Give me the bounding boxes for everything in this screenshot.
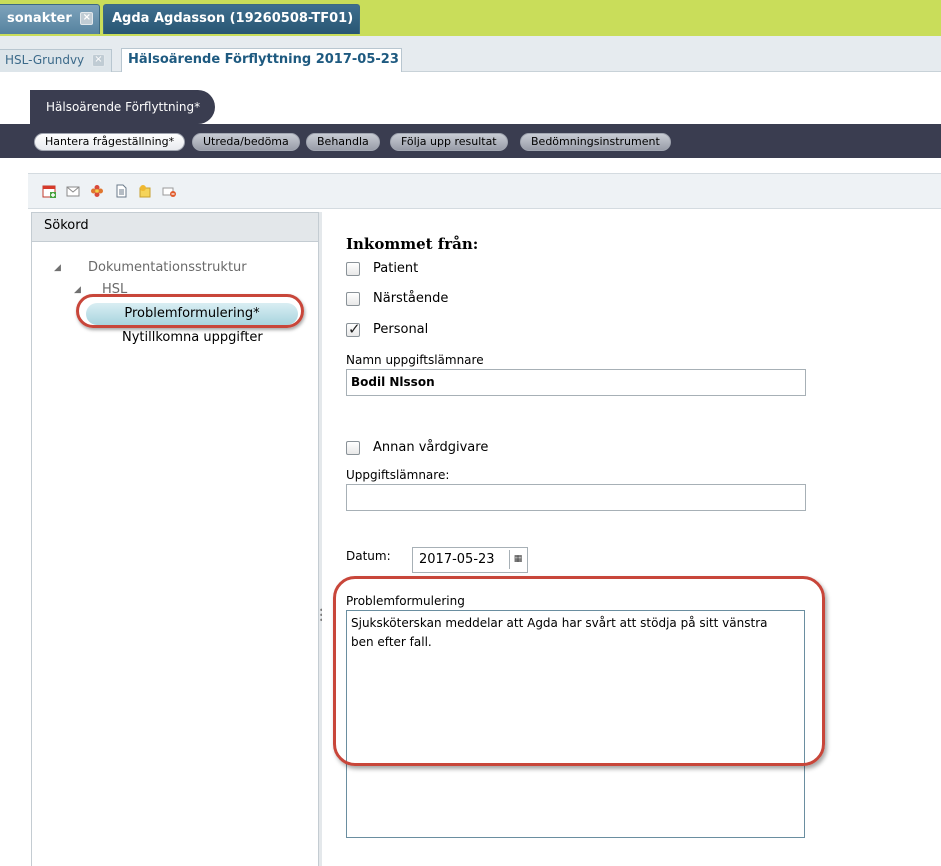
tab-patient[interactable]: Agda Agdasson (19260508-TF01) ✕ [103,4,360,54]
star-note-icon[interactable] [138,184,152,198]
close-icon[interactable]: × [91,54,105,67]
informant-name-label: Namn uppgiftslämnare [346,353,484,367]
envelope-icon[interactable] [66,184,80,198]
tab-label: Agda Agdasson (19260508-TF01) [112,11,354,26]
calendar-icon[interactable]: ▦ [509,550,526,569]
step-behandla[interactable]: Behandla [306,133,380,151]
checkbox-label: Personal [373,322,429,337]
checkbox-label: Närstående [373,291,449,306]
tree-item-nytillkomna[interactable]: Nytillkomna uppgifter [122,330,263,345]
sub-tab-strip: HSL-Grundvy × Hälsoärende Förflyttning 2… [0,36,941,87]
stage-title: Hälsoärende Förflyttning* [30,90,215,124]
remove-icon[interactable] [162,184,176,198]
tree-root[interactable]: Dokumentationsstruktur [88,260,247,275]
tab-hsl-grundvy[interactable]: HSL-Grundvy × [0,49,112,72]
toolbar [28,173,941,209]
checkbox-label: Patient [373,261,419,276]
date-label: Datum: [346,549,391,563]
checkbox-annan-vardgivare[interactable] [346,441,360,455]
process-steps-bar: Hantera frågeställning* Utreda/bedöma Be… [0,124,941,158]
top-tab-strip: sonakter × Agda Agdasson (19260508-TF01)… [0,0,941,54]
tab-halsoarende[interactable]: Hälsoärende Förflyttning 2017-05-23 × [121,48,402,87]
checkbox-label: Annan vårdgivare [373,440,489,455]
step-utreda-bedoma[interactable]: Utreda/bedöma [192,133,300,151]
flower-icon[interactable] [90,184,104,198]
informant-field[interactable] [346,484,806,511]
informant-name-field[interactable]: Bodil Nlsson [346,369,806,396]
informant-label: Uppgiftslämnare: [346,468,450,482]
checkbox-personal[interactable]: ✓ [346,320,361,338]
checkmark-icon: ✓ [348,320,361,338]
collapse-arrow-icon[interactable]: ◢ [54,263,61,273]
tab-label: HSL-Grundvy [5,53,85,67]
checkbox-narstaende[interactable] [346,292,360,306]
close-icon[interactable]: × [80,12,94,25]
tab-label: Hälsoärende Förflyttning 2017-05-23 [128,52,399,67]
incoming-from-heading: Inkommet från: [346,235,479,253]
highlight-oval [76,294,304,328]
step-bedomningsinstrument[interactable]: Bedömningsinstrument [520,133,671,151]
step-folja-upp-resultat[interactable]: Följa upp resultat [390,133,508,151]
calendar-add-icon[interactable] [42,184,56,198]
collapse-arrow-icon[interactable]: ◢ [74,285,81,295]
step-hantera-fragestallning[interactable]: Hantera frågeställning* [34,133,186,151]
panel-header: Sökord [32,213,318,242]
keyword-panel: Sökord ◢ Dokumentationsstruktur ◢ HSL Pr… [31,212,319,866]
tab-label: sonakter [7,11,72,26]
document-icon[interactable] [114,184,128,198]
checkbox-patient[interactable] [346,262,360,276]
highlight-oval [333,576,825,766]
tab-personakter[interactable]: sonakter × [0,4,100,34]
process-header: Hälsoärende Förflyttning* Hantera fråges… [0,72,941,170]
